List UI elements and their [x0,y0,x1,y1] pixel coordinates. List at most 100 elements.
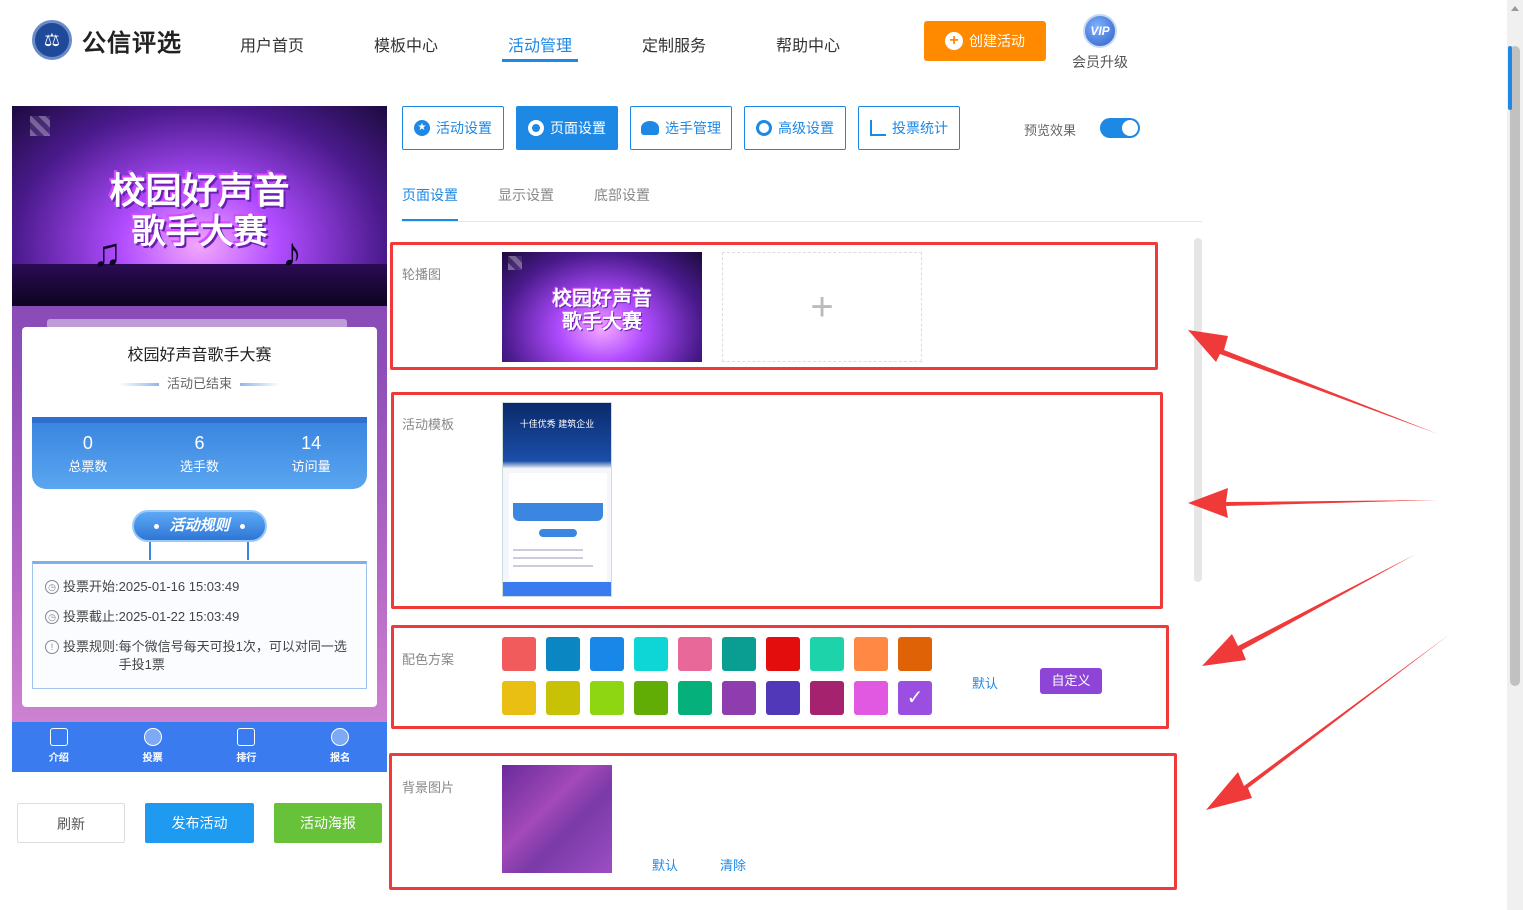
clock-icon: ◷ [45,580,59,594]
info-icon: ! [45,640,59,654]
tab-page-settings[interactable]: 页面设置 [516,106,618,150]
color-swatch[interactable] [766,681,800,715]
background-default-button[interactable]: 默认 [652,855,678,874]
stat-label: 选手数 [180,459,220,474]
template-thumbnail[interactable]: 十佳优秀 建筑企业 [502,402,612,597]
gear-icon [528,120,544,136]
vote-end-label: 投票截止: [63,609,119,624]
add-carousel-image-button[interactable]: + [722,252,922,362]
vote-rule-row: ! 投票规则: 每个微信号每天可投1次，可以对同一选手投1票 [45,638,354,674]
stat-value: 14 [301,433,322,453]
color-swatch[interactable] [678,637,712,671]
scrollbar-thumb[interactable] [1510,46,1520,686]
tab-label: 活动设置 [436,120,492,136]
color-swatch[interactable] [546,681,580,715]
color-swatch[interactable] [854,681,888,715]
vip-badge-icon: VIP [1083,14,1117,48]
vote-end-row: ◷ 投票截止: 2025-01-22 15:03:49 [45,608,354,626]
background-clear-button[interactable]: 清除 [720,855,746,874]
color-swatch[interactable] [810,681,844,715]
stat-label: 总票数 [68,459,108,474]
refresh-button[interactable]: 刷新 [17,803,125,843]
mosaic-decoration [508,256,522,270]
color-swatch[interactable] [766,637,800,671]
color-swatch[interactable] [634,637,668,671]
color-swatch[interactable] [722,637,756,671]
color-swatch[interactable] [590,637,624,671]
color-swatch[interactable] [898,637,932,671]
tab-label: 投票统计 [892,120,948,136]
vote-start-label: 投票开始: [63,579,119,594]
color-swatch[interactable] [502,681,536,715]
tab-label: 高级设置 [778,120,834,136]
color-default-button[interactable]: 默认 [972,673,998,692]
template-stats [513,503,603,521]
tab-activity-settings[interactable]: ★ 活动设置 [402,106,504,150]
nav-help-center[interactable]: 帮助中心 [776,32,840,56]
tab-label: 选手管理 [665,120,721,136]
nav-activity-management[interactable]: 活动管理 [508,32,572,56]
preview-nav-signup[interactable]: 报名 [293,722,387,772]
scroll-up-arrow-icon[interactable] [1511,6,1519,11]
status-divider-right [239,383,280,387]
color-swatch[interactable] [810,637,844,671]
dot-icon [239,523,245,529]
logo[interactable]: ⚖ 公信评选 [32,20,182,60]
scales-icon: ⚖ [32,20,72,60]
color-swatch[interactable] [590,681,624,715]
color-custom-button[interactable]: 自定义 [1040,668,1102,694]
nav-label: 介绍 [48,753,69,764]
carousel-image[interactable]: 校园好声音 歌手大赛 [502,252,702,362]
template-title: 十佳优秀 建筑企业 [519,419,595,429]
activity-poster-button[interactable]: 活动海报 [274,803,382,843]
vote-start-row: ◷ 投票开始: 2025-01-16 15:03:49 [45,578,354,596]
vote-start-value: 2025-01-16 15:03:49 [118,579,240,594]
vip-upgrade[interactable]: VIP 会员升级 [1070,14,1130,72]
preview-banner: 校园好声音 歌手大赛 ♫ ♪ [12,106,387,306]
color-swatch[interactable] [634,681,668,715]
tab-contestant-management[interactable]: 选手管理 [630,106,732,150]
color-swatch[interactable] [722,681,756,715]
nav-label: 报名 [330,753,351,764]
carousel-image-line2: 歌手大赛 [562,311,642,333]
template-text-line [513,557,583,559]
bar-chart-icon [237,728,256,746]
stat-label: 访问量 [291,459,331,474]
page-scrollbar[interactable] [1507,0,1523,910]
create-activity-button[interactable]: + 创建活动 [924,21,1046,61]
publish-activity-button[interactable]: 发布活动 [145,803,254,843]
stage-decoration [12,264,387,306]
background-image-thumbnail[interactable] [502,765,612,873]
template-button [539,529,577,537]
nav-active-underline [502,59,578,62]
nav-custom-service[interactable]: 定制服务 [642,32,706,56]
color-swatch[interactable] [898,681,932,715]
color-swatch[interactable] [678,681,712,715]
preview-nav-intro[interactable]: 介绍 [12,722,106,772]
tab-advanced-settings[interactable]: 高级设置 [744,106,846,150]
cogs-icon [756,120,772,136]
color-swatch[interactable] [502,637,536,671]
stat-total-votes: 0 总票数 [32,423,144,489]
color-swatch[interactable] [854,637,888,671]
template-nav [503,582,611,596]
activity-rules-button[interactable]: 活动规则 [132,510,267,542]
star-icon: ★ [414,120,430,136]
rules-button-label: 活动规则 [169,517,230,534]
preview-nav-vote[interactable]: 投票 [106,722,200,772]
preview-nav-ranking[interactable]: 排行 [200,722,294,772]
vote-rule-value: 每个微信号每天可投1次，可以对同一选手投1票 [118,639,347,672]
banner-title-line2: 歌手大赛 [131,213,268,251]
nav-user-home[interactable]: 用户首页 [240,32,304,56]
subtab-display-settings[interactable]: 显示设置 [498,185,554,205]
users-icon [641,121,659,135]
nav-template-center[interactable]: 模板中心 [374,32,438,56]
subtab-divider [402,221,1202,222]
subtab-footer-settings[interactable]: 底部设置 [594,185,650,205]
tab-vote-statistics[interactable]: 投票统计 [858,106,960,150]
subtab-page-settings[interactable]: 页面设置 [402,185,458,205]
user-icon [331,728,350,746]
rules-box: ◷ 投票开始: 2025-01-16 15:03:49 ◷ 投票截止: 2025… [32,561,367,689]
color-swatch[interactable] [546,637,580,671]
preview-toggle[interactable] [1100,118,1140,138]
